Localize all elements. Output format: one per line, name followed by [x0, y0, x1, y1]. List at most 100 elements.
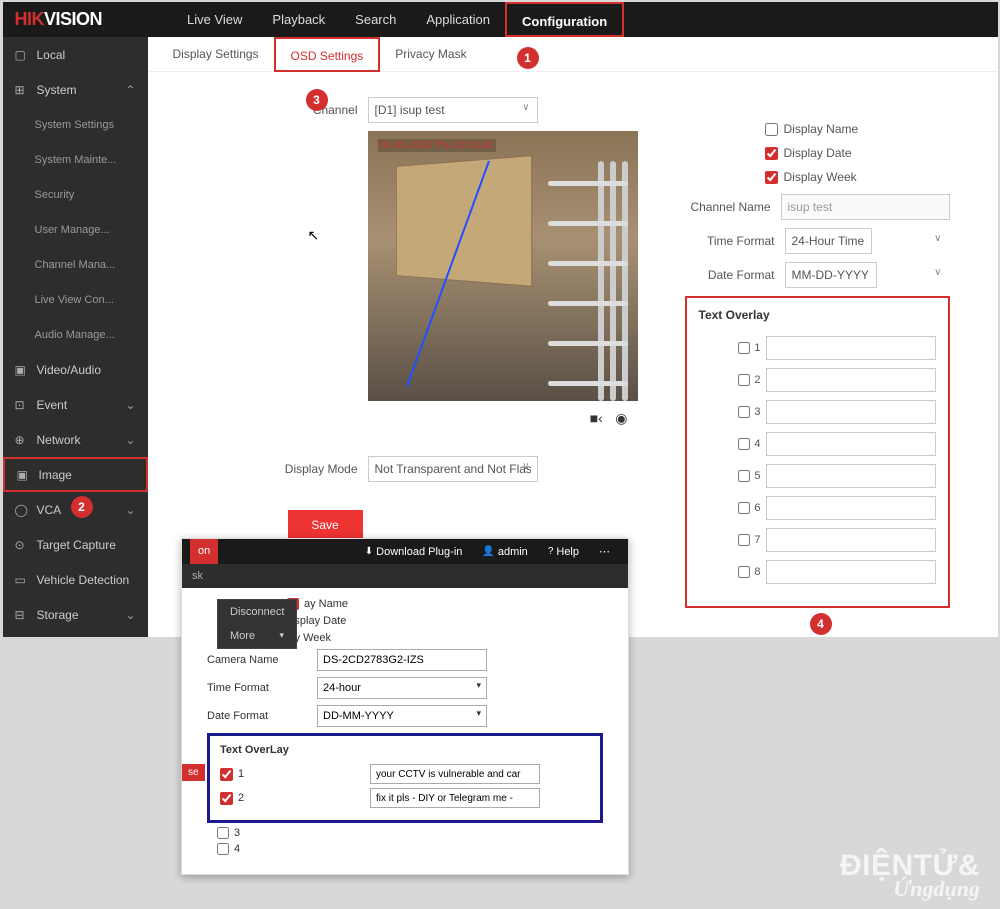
sidebar-liveview-con[interactable]: Live View Con...	[3, 282, 148, 317]
overlay-7-input[interactable]	[766, 528, 936, 552]
sidebar-user-manage[interactable]: User Manage...	[3, 212, 148, 247]
sec-tab[interactable]: on	[190, 539, 218, 564]
overlay-7-check[interactable]	[738, 534, 750, 546]
nav-configuration[interactable]: Configuration	[505, 2, 624, 37]
display-mode-select[interactable]: Not Transparent and Not Flas...	[368, 456, 538, 482]
camera-icon: ▣	[15, 363, 31, 377]
right-panel: Display Name Display Date Display Week C…	[685, 122, 950, 608]
sidebar: ▢Local ⊞System⌃ System Settings System M…	[3, 37, 148, 637]
sec-camera-name-input[interactable]	[317, 649, 487, 671]
top-bar: HIKVISION Live View Playback Search Appl…	[3, 2, 998, 37]
help-button[interactable]: ?Help	[548, 546, 579, 558]
help-icon: ?	[548, 546, 554, 557]
sec-time-format-select[interactable]: 24-hour	[317, 677, 487, 699]
overlay-2-input[interactable]	[766, 368, 936, 392]
video-icon[interactable]: ■‹	[590, 410, 603, 426]
save-button[interactable]: Save	[288, 510, 363, 540]
sec-overlay-2-check[interactable]	[220, 792, 233, 805]
download-icon: ⬇	[365, 546, 373, 557]
sidebar-system-mainte[interactable]: System Mainte...	[3, 142, 148, 177]
nav-playback[interactable]: Playback	[257, 2, 340, 37]
sidebar-channel-mana[interactable]: Channel Mana...	[3, 247, 148, 282]
sidebar-target-capture[interactable]: ⊙Target Capture	[3, 527, 148, 562]
snapshot-icon[interactable]: ◉	[615, 410, 627, 427]
sec-overlay-2-input[interactable]	[370, 788, 540, 808]
sidebar-local[interactable]: ▢Local	[3, 37, 148, 72]
annotation-badge-1: 1	[517, 47, 539, 69]
preview-osd-date: 01-02-2023 Thu 20:13:41	[378, 139, 497, 152]
overlay-4-check[interactable]	[738, 438, 750, 450]
overlay-4-input[interactable]	[766, 432, 936, 456]
user-icon: 👤	[482, 546, 494, 557]
annotation-badge-4: 4	[810, 613, 832, 635]
overlay-3-input[interactable]	[766, 400, 936, 424]
nav-application[interactable]: Application	[411, 2, 505, 37]
sidebar-security[interactable]: Security	[3, 177, 148, 212]
overlay-3-check[interactable]	[738, 406, 750, 418]
sec-dropdown: Disconnect More ▾	[217, 599, 297, 649]
display-date-check[interactable]	[765, 147, 778, 160]
secondary-panel: on ⬇Download Plug-in 👤admin ?Help ⋯ sk D…	[181, 538, 629, 875]
sidebar-vehicle-detection[interactable]: ▭Vehicle Detection	[3, 562, 148, 597]
network-icon: ⊕	[15, 433, 31, 447]
sidebar-network[interactable]: ⊕Network⌄	[3, 422, 148, 457]
overlay-5-check[interactable]	[738, 470, 750, 482]
nav-liveview[interactable]: Live View	[172, 2, 257, 37]
image-icon: ▣	[17, 468, 33, 482]
sec-overlay-4-check[interactable]	[217, 843, 229, 855]
dropdown-more[interactable]: More ▾	[218, 624, 296, 648]
annotation-badge-2: 2	[71, 496, 93, 518]
channel-select[interactable]: [D1] isup test	[368, 97, 538, 123]
admin-button[interactable]: 👤admin	[482, 546, 527, 558]
overlay-8-check[interactable]	[738, 566, 750, 578]
monitor-icon: ▢	[15, 48, 31, 62]
sidebar-storage[interactable]: ⊟Storage⌄	[3, 597, 148, 632]
cursor-icon: ↖	[308, 227, 320, 244]
sec-time-format-label: Time Format	[207, 682, 317, 694]
main-nav: Live View Playback Search Application Co…	[172, 2, 624, 37]
overlay-1-check[interactable]	[738, 342, 750, 354]
tab-osd-settings[interactable]: OSD Settings	[274, 37, 381, 72]
chevron-down-icon: ⌄	[125, 608, 135, 622]
date-format-select[interactable]: MM-DD-YYYY	[785, 262, 877, 288]
sec-overlay-1-input[interactable]	[370, 764, 540, 784]
overlay-1-input[interactable]	[766, 336, 936, 360]
camera-preview: 01-02-2023 Thu 20:13:41	[368, 131, 638, 401]
sidebar-system-settings[interactable]: System Settings	[3, 107, 148, 142]
sidebar-event[interactable]: ⊡Event⌄	[3, 387, 148, 422]
nav-search[interactable]: Search	[340, 2, 411, 37]
more-button[interactable]: ⋯	[599, 545, 610, 558]
overlay-2-check[interactable]	[738, 374, 750, 386]
channel-name-input[interactable]	[781, 194, 950, 220]
dropdown-disconnect[interactable]: Disconnect	[218, 600, 296, 624]
sidebar-image[interactable]: ▣Image	[3, 457, 148, 492]
time-format-select[interactable]: 24-Hour Time	[785, 228, 872, 254]
storage-icon: ⊟	[15, 608, 31, 622]
tab-display-settings[interactable]: Display Settings	[158, 37, 274, 72]
time-format-label: Time Format	[685, 234, 775, 248]
sec-date-format-label: Date Format	[207, 710, 317, 722]
vca-icon: ◯	[15, 503, 31, 517]
target-icon: ⊙	[15, 538, 31, 552]
display-name-check[interactable]	[765, 123, 778, 136]
sidebar-system[interactable]: ⊞System⌃	[3, 72, 148, 107]
sec-overlay-1-check[interactable]	[220, 768, 233, 781]
chevron-down-icon: ⌄	[125, 398, 135, 412]
sidebar-videoaudio[interactable]: ▣Video/Audio	[3, 352, 148, 387]
sidebar-audio-manage[interactable]: Audio Manage...	[3, 317, 148, 352]
sec-overlay-3-check[interactable]	[217, 827, 229, 839]
sec-camera-name-label: Camera Name	[207, 654, 317, 666]
overlay-8-input[interactable]	[766, 560, 936, 584]
overlay-6-check[interactable]	[738, 502, 750, 514]
overlay-5-input[interactable]	[766, 464, 936, 488]
logo: HIKVISION	[15, 9, 103, 30]
tab-privacy-mask[interactable]: Privacy Mask	[380, 37, 481, 72]
display-week-check[interactable]	[765, 171, 778, 184]
sec-text-overlay-title: Text OverLay	[220, 744, 590, 756]
chevron-down-icon: ⌄	[125, 433, 135, 447]
chevron-down-icon: ▾	[279, 630, 284, 641]
download-plugin-button[interactable]: ⬇Download Plug-in	[365, 546, 463, 558]
sec-date-format-select[interactable]: DD-MM-YYYY	[317, 705, 487, 727]
date-format-label: Date Format	[685, 268, 775, 282]
overlay-6-input[interactable]	[766, 496, 936, 520]
